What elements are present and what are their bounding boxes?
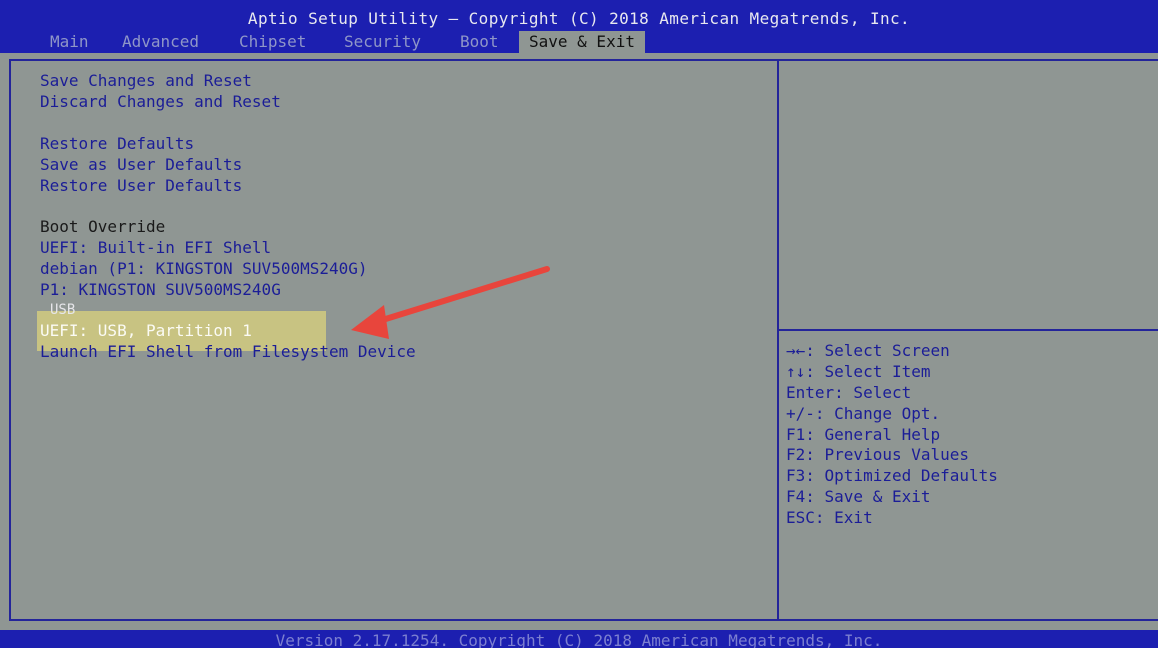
up-down-arrows-icon: ↑↓ [786, 362, 806, 381]
footer-bar: Version 2.17.1254. Copyright (C) 2018 Am… [0, 630, 1158, 648]
left-right-arrows-icon: →← [786, 341, 806, 360]
help-change-opt: +/-: Change Opt. [786, 404, 941, 423]
help-f2: F2: Previous Values [786, 445, 970, 464]
help-select-item: ↑↓: Select Item [786, 362, 931, 382]
help-select-item-label: : Select Item [805, 362, 931, 381]
help-f3: F3: Optimized Defaults [786, 466, 998, 485]
help-enter-select: Enter: Select [786, 383, 912, 402]
help-esc: ESC: Exit [786, 508, 873, 527]
help-select-screen-label: : Select Screen [805, 341, 950, 360]
help-select-screen: →←: Select Screen [786, 341, 950, 361]
red-arrow-icon [351, 266, 550, 339]
help-f1: F1: General Help [786, 425, 941, 444]
help-f4: F4: Save & Exit [786, 487, 931, 506]
version-text: Version 2.17.1254. Copyright (C) 2018 Am… [275, 631, 883, 648]
